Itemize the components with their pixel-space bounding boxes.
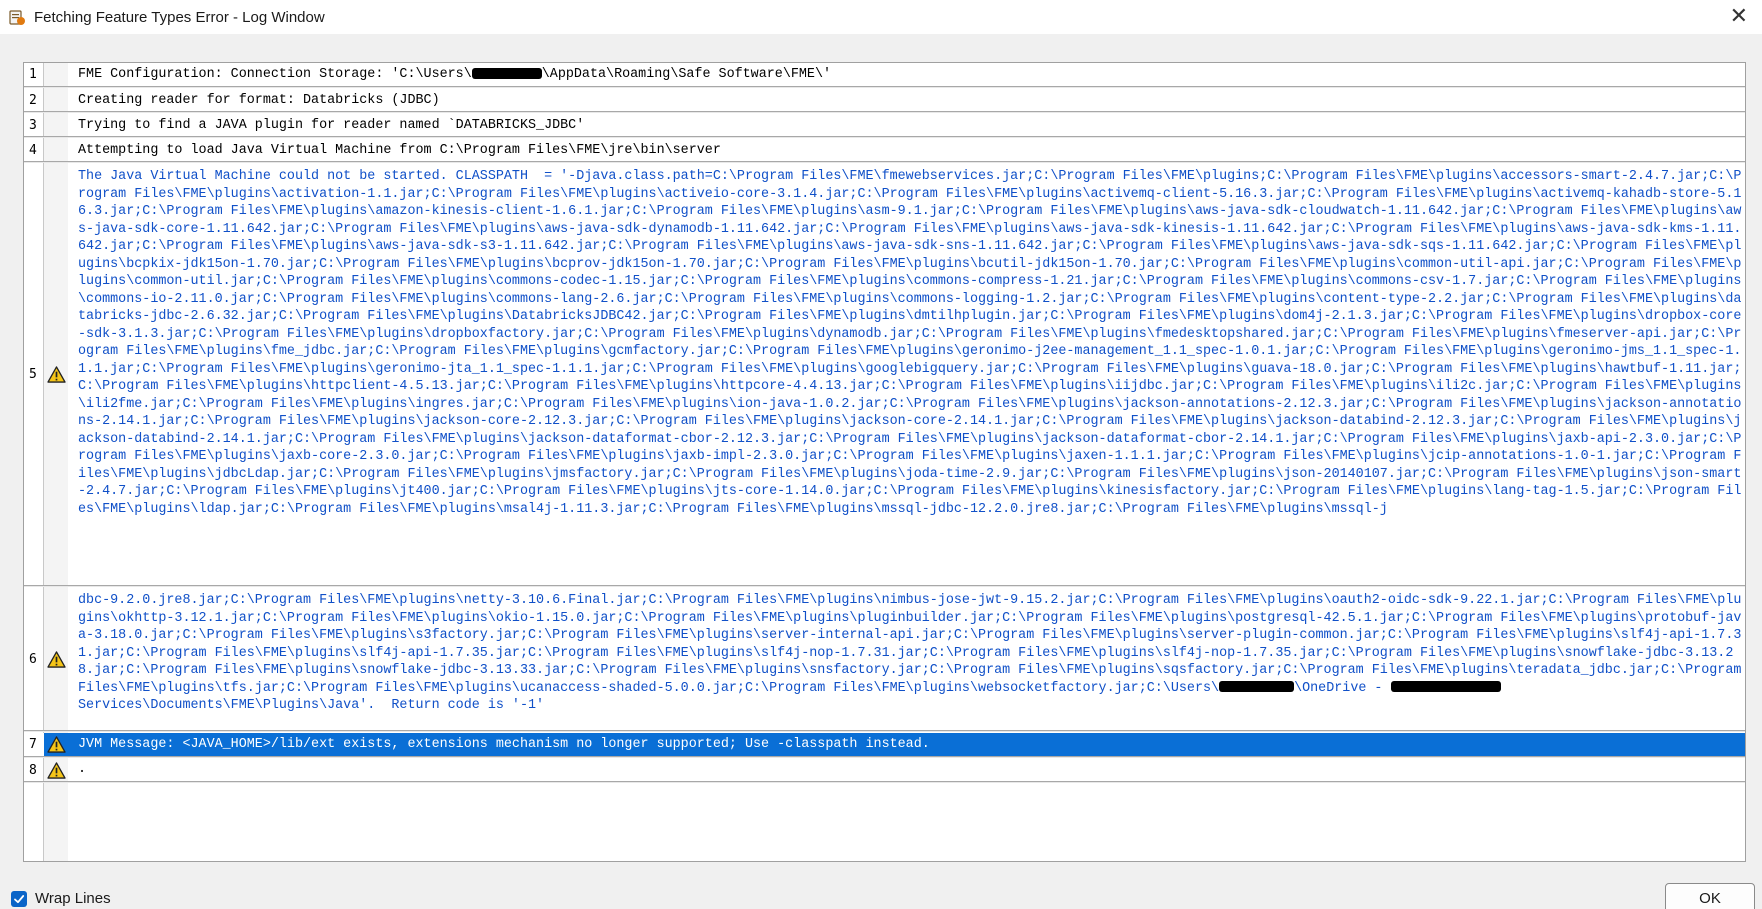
- log-row[interactable]: 2 Creating reader for format: Databricks…: [24, 89, 1745, 112]
- wrap-lines-checkbox[interactable]: [11, 891, 27, 907]
- log-message: Trying to find a JAVA plugin for reader …: [78, 118, 585, 133]
- log-message: dbc-9.2.0.jre8.jar;C:\Program Files\FME\…: [78, 593, 1742, 713]
- redaction-mark: [1219, 681, 1295, 693]
- close-icon[interactable]: ✕: [1730, 4, 1748, 28]
- window-title: Fetching Feature Types Error - Log Windo…: [34, 8, 325, 26]
- log-list[interactable]: 1 FME Configuration: Connection Storage:…: [23, 62, 1746, 862]
- checkmark-icon: [14, 895, 25, 904]
- line-number: 8: [29, 762, 37, 778]
- log-row[interactable]: 1 FME Configuration: Connection Storage:…: [24, 63, 1745, 87]
- log-message: JVM Message: <JAVA_HOME>/lib/ext exists,…: [78, 737, 930, 752]
- line-number: 5: [29, 367, 37, 382]
- fme-app-icon: [9, 10, 25, 25]
- log-message: Attempting to load Java Virtual Machine …: [78, 143, 721, 158]
- line-number: 3: [29, 117, 37, 133]
- log-message: Creating reader for format: Databricks (…: [78, 93, 440, 108]
- log-message: FME Configuration: Connection Storage: '…: [78, 67, 832, 82]
- title-bar: Fetching Feature Types Error - Log Windo…: [0, 0, 1762, 34]
- log-row-selected[interactable]: 7 JVM Message: <JAVA_HOME>/lib/ext exist…: [24, 733, 1745, 757]
- warning-icon: [46, 736, 66, 753]
- warning-icon: [46, 366, 66, 383]
- log-row-warning[interactable]: 8 .: [24, 759, 1745, 782]
- line-number: 6: [29, 651, 37, 667]
- log-window: Fetching Feature Types Error - Log Windo…: [0, 0, 1762, 909]
- log-message: .: [78, 762, 87, 777]
- log-row-warning[interactable]: 5 The Java Virtual Machine could not be …: [24, 164, 1745, 586]
- log-row[interactable]: 3 Trying to find a JAVA plugin for reade…: [24, 114, 1745, 137]
- line-number: 7: [24, 733, 44, 756]
- warning-icon: [46, 761, 66, 779]
- redaction-mark: [1390, 681, 1501, 693]
- wrap-lines-label[interactable]: Wrap Lines: [35, 890, 111, 907]
- log-row[interactable]: 4 Attempting to load Java Virtual Machin…: [24, 139, 1745, 162]
- ok-button[interactable]: OK: [1665, 883, 1755, 909]
- redaction-mark: [471, 67, 542, 79]
- line-number: 4: [29, 142, 37, 158]
- log-row-warning[interactable]: 6 dbc-9.2.0.jre8.jar;C:\Program Files\FM…: [24, 588, 1745, 731]
- line-number: 1: [29, 67, 37, 82]
- log-message: The Java Virtual Machine could not be st…: [78, 169, 1742, 517]
- line-number: 2: [29, 92, 37, 108]
- warning-icon: [46, 650, 66, 668]
